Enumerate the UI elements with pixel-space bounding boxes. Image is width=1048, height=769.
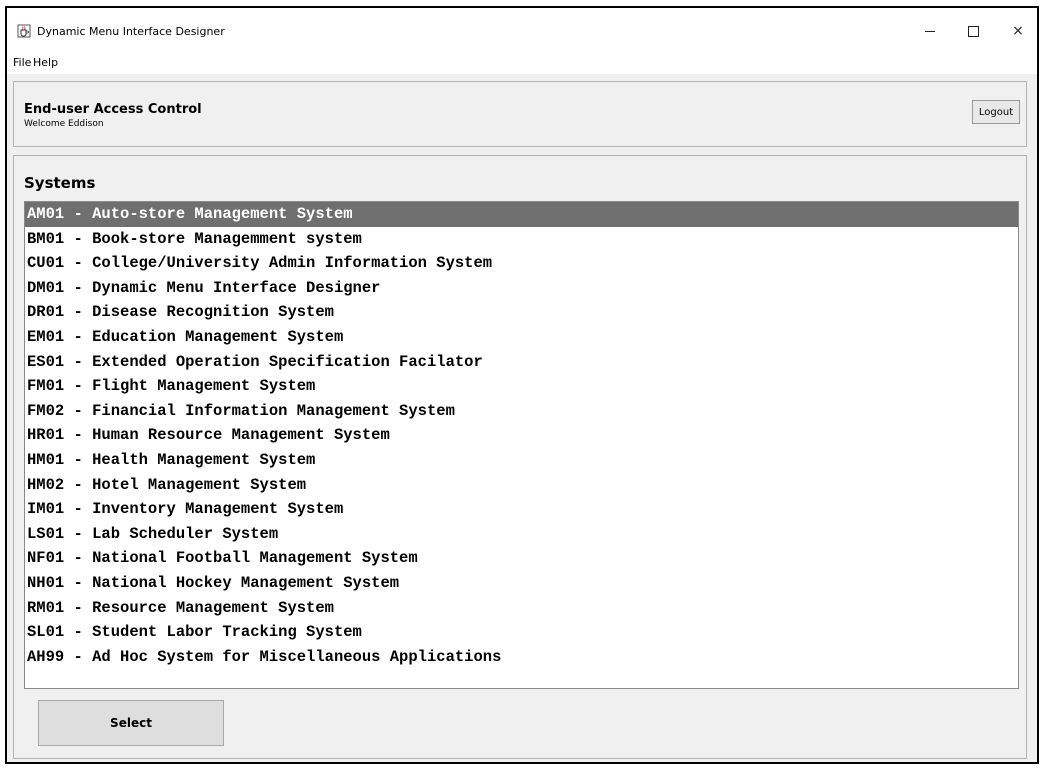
list-item[interactable]: ES01 - Extended Operation Specification … (25, 350, 1018, 375)
menu-bar: File Help (7, 52, 1037, 74)
list-item[interactable]: FM01 - Flight Management System (25, 374, 1018, 399)
java-cup-icon (17, 24, 31, 38)
list-item[interactable]: HR01 - Human Resource Management System (25, 423, 1018, 448)
maximize-icon (967, 25, 979, 37)
window-title: Dynamic Menu Interface Designer (37, 25, 225, 38)
systems-list[interactable]: AM01 - Auto-store Management System BM01 … (24, 201, 1019, 689)
panel-title: End-user Access Control (24, 102, 202, 117)
list-item[interactable]: IM01 - Inventory Management System (25, 497, 1018, 522)
list-item[interactable]: SL01 - Student Labor Tracking System (25, 620, 1018, 645)
systems-panel: Systems AM01 - Auto-store Management Sys… (13, 155, 1027, 759)
list-item[interactable]: NH01 - National Hockey Management System (25, 571, 1018, 596)
list-item[interactable]: DR01 - Disease Recognition System (25, 300, 1018, 325)
list-item[interactable]: HM01 - Health Management System (25, 448, 1018, 473)
close-button[interactable]: × (1000, 20, 1036, 42)
list-item[interactable]: CU01 - College/University Admin Informat… (25, 251, 1018, 276)
list-item[interactable]: BM01 - Book-store Managemment system (25, 227, 1018, 252)
access-control-panel: End-user Access Control Welcome Eddison … (13, 81, 1027, 147)
list-item[interactable]: AM01 - Auto-store Management System (25, 202, 1018, 227)
list-item[interactable]: NF01 - National Football Management Syst… (25, 546, 1018, 571)
systems-heading: Systems (24, 174, 96, 192)
list-item[interactable]: LS01 - Lab Scheduler System (25, 522, 1018, 547)
list-item[interactable]: DM01 - Dynamic Menu Interface Designer (25, 276, 1018, 301)
list-item[interactable]: FM02 - Financial Information Management … (25, 399, 1018, 424)
menu-file[interactable]: File (13, 56, 31, 69)
welcome-text: Welcome Eddison (24, 119, 104, 129)
maximize-button[interactable] (955, 20, 991, 42)
minimize-icon (925, 30, 935, 32)
list-item[interactable]: RM01 - Resource Management System (25, 596, 1018, 621)
title-bar[interactable]: Dynamic Menu Interface Designer × (7, 8, 1037, 52)
select-button[interactable]: Select (38, 700, 224, 746)
menu-help[interactable]: Help (33, 56, 58, 69)
list-item[interactable]: HM02 - Hotel Management System (25, 473, 1018, 498)
close-icon: × (1012, 23, 1024, 39)
minimize-button[interactable] (912, 20, 948, 42)
logout-button[interactable]: Logout (972, 100, 1020, 124)
list-item[interactable]: EM01 - Education Management System (25, 325, 1018, 350)
list-item[interactable]: AH99 - Ad Hoc System for Miscellaneous A… (25, 645, 1018, 670)
